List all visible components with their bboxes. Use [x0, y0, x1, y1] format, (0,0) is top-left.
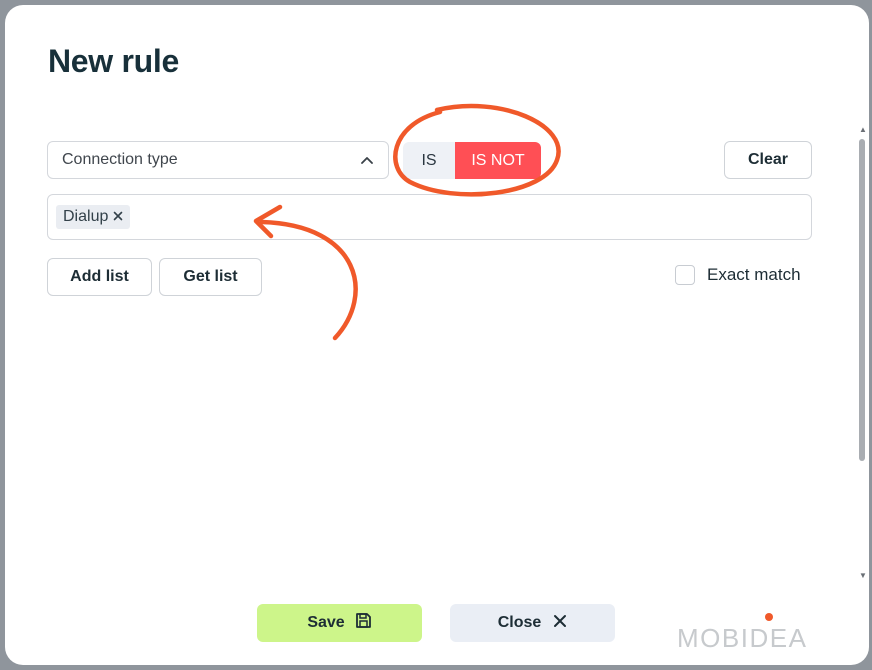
floppy-disk-icon: [355, 612, 372, 634]
new-rule-modal: New rule Connection type IS IS NOT Clear…: [5, 5, 869, 665]
close-icon[interactable]: [113, 209, 123, 225]
exact-match-checkbox[interactable]: [675, 265, 695, 285]
select-value: Connection type: [62, 151, 178, 168]
close-icon: [553, 614, 567, 633]
values-tag-input[interactable]: Dialup: [47, 194, 812, 240]
add-list-button[interactable]: Add list: [47, 258, 152, 296]
mobidea-logo: MOBIDEA: [677, 613, 859, 653]
save-button[interactable]: Save: [257, 604, 422, 642]
modal-title: New rule: [48, 43, 179, 79]
save-label: Save: [307, 614, 345, 631]
is-button[interactable]: IS: [403, 142, 455, 179]
get-list-button[interactable]: Get list: [159, 258, 262, 296]
exact-match-control: Exact match: [675, 265, 801, 285]
tag-label: Dialup: [63, 208, 109, 225]
logo-text: MOBIDEA: [677, 623, 808, 653]
scrollbar-thumb[interactable]: [859, 139, 865, 461]
exact-match-label: Exact match: [707, 265, 801, 284]
is-isnot-toggle: IS IS NOT: [403, 142, 541, 179]
clear-button[interactable]: Clear: [724, 141, 812, 179]
close-button[interactable]: Close: [450, 604, 615, 642]
tag-chip: Dialup: [56, 205, 131, 229]
connection-type-select[interactable]: Connection type: [47, 141, 389, 179]
chevron-up-icon: [360, 153, 374, 167]
scrollbar[interactable]: ▲ ▼: [856, 125, 869, 583]
is-not-button[interactable]: IS NOT: [455, 142, 541, 179]
scroll-down-arrow-icon[interactable]: ▼: [859, 571, 867, 580]
scroll-up-arrow-icon[interactable]: ▲: [859, 125, 867, 134]
logo-dot: [765, 613, 773, 621]
close-label: Close: [497, 614, 542, 631]
